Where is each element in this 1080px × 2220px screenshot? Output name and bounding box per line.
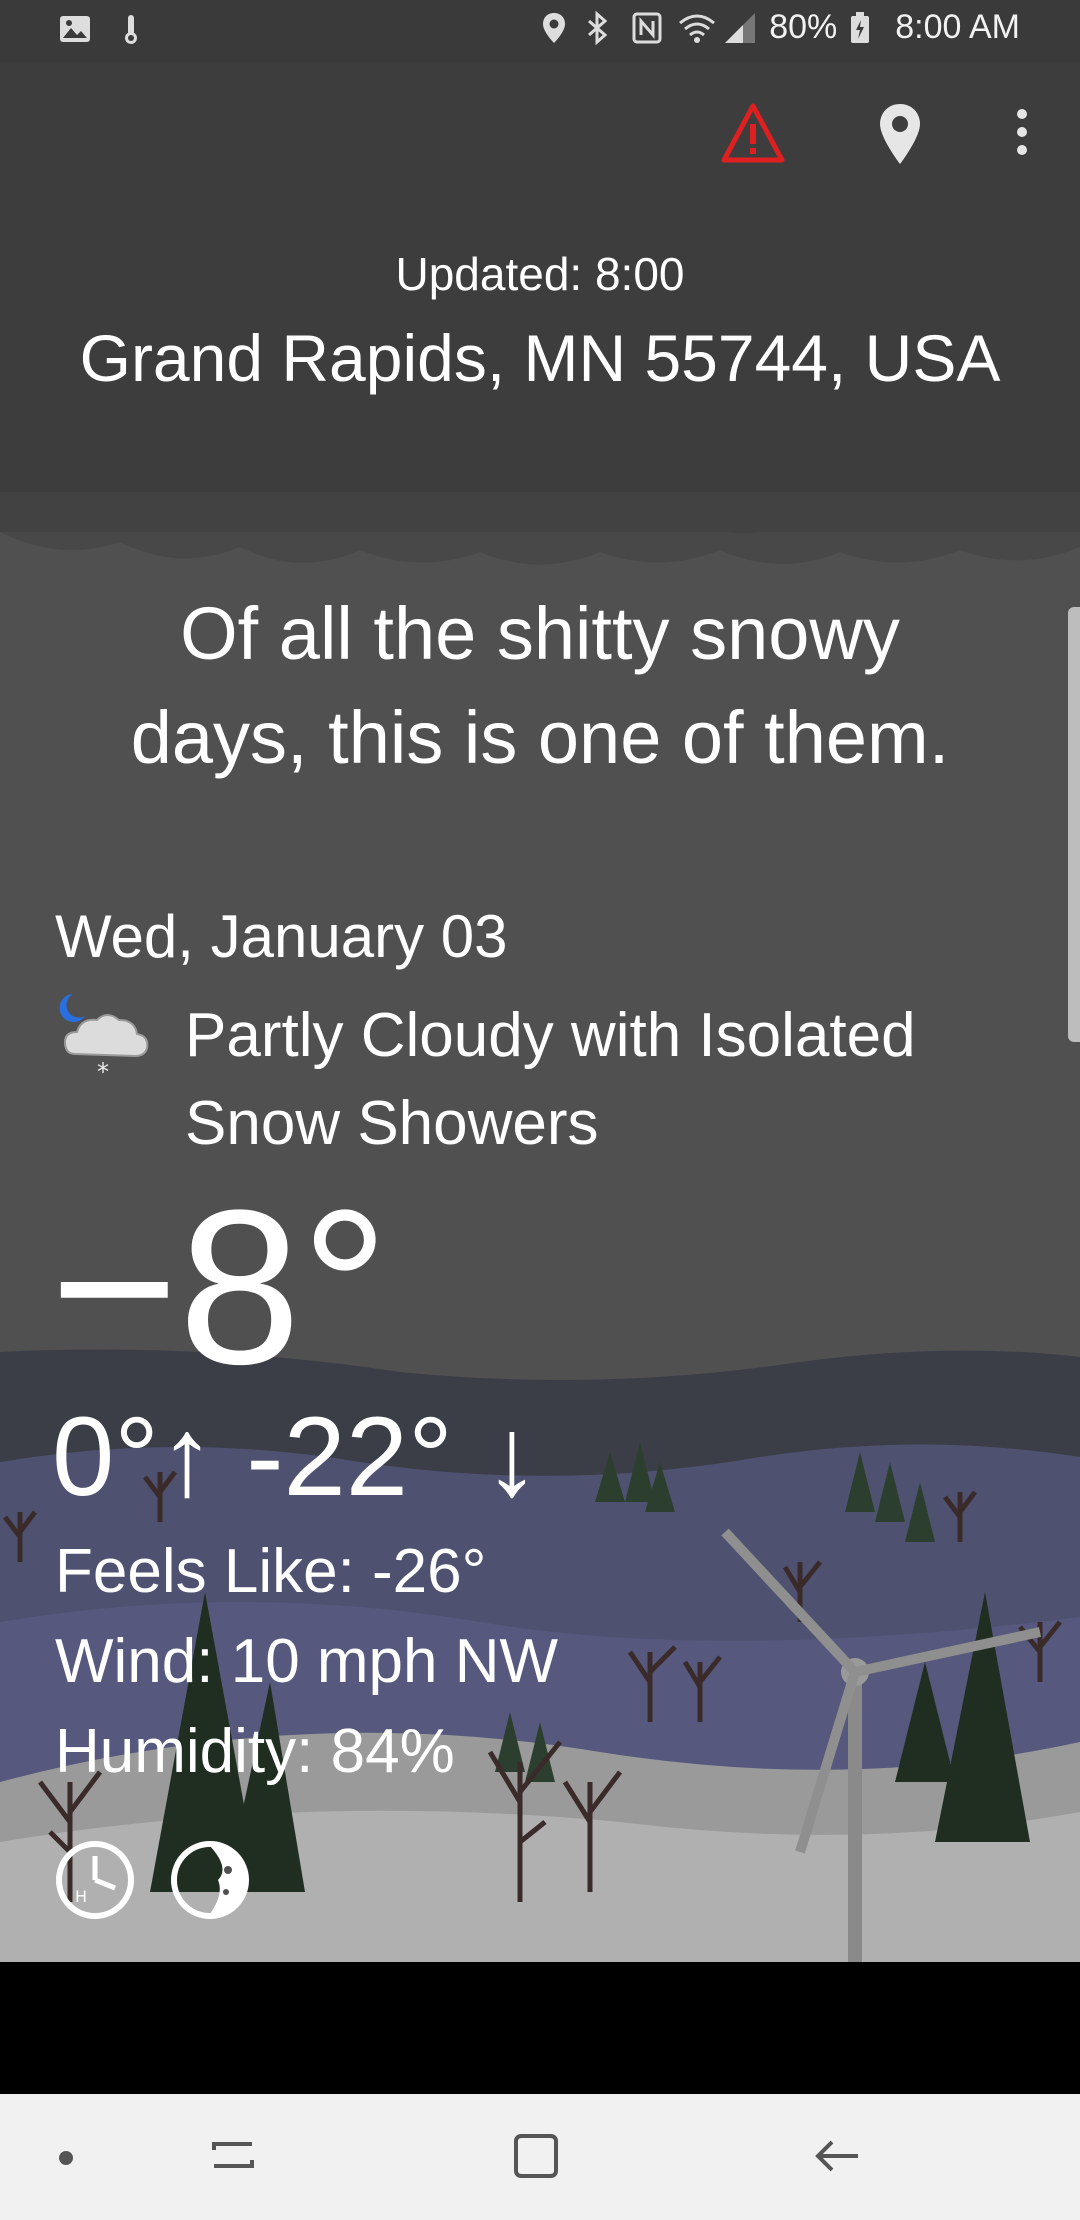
svg-text:*: * xyxy=(97,1058,109,1086)
arrow-up-icon: ↑ xyxy=(159,1394,216,1519)
wifi-icon xyxy=(677,11,716,45)
feels-like: Feels Like: -26° xyxy=(55,1537,487,1606)
warning-triangle-icon[interactable] xyxy=(720,102,786,168)
condition-line-1: Partly Cloudy with Isolated xyxy=(185,1001,916,1070)
quip-line-1: Of all the shitty snowy xyxy=(180,592,900,675)
weather-main: Updated: 8:00 Grand Rapids, MN 55744, US… xyxy=(0,62,1080,1962)
high-temp: 0° xyxy=(52,1394,160,1519)
image-icon xyxy=(58,12,92,46)
forecast-date: Wed, January 03 xyxy=(55,903,508,970)
battery-icon xyxy=(849,11,883,45)
humidity: Humidity: 84% xyxy=(55,1717,455,1786)
condition-line-2: Snow Showers xyxy=(185,1089,599,1158)
hourly-forecast-icon[interactable]: H xyxy=(55,1840,135,1920)
current-temperature: −8° xyxy=(50,1164,389,1410)
nfc-icon xyxy=(631,11,665,45)
weather-quip: Of all the shitty snowy days, this is on… xyxy=(60,582,1020,790)
wind: Wind: 10 mph NW xyxy=(55,1627,559,1696)
map-pin-icon[interactable] xyxy=(878,102,922,170)
dot-icon[interactable] xyxy=(58,2150,74,2170)
app-toolbar xyxy=(0,62,1080,212)
ad-space xyxy=(0,1962,1080,2094)
recents-icon[interactable] xyxy=(210,2132,256,2182)
updated-time: Updated: 8:00 xyxy=(395,248,685,300)
arrow-down-icon: ↓ xyxy=(484,1394,540,1519)
overflow-menu-icon[interactable] xyxy=(1012,102,1032,166)
location-name[interactable]: Grand Rapids, MN 55744, USA xyxy=(0,320,1080,396)
thermometer-icon xyxy=(114,12,148,46)
bluetooth-icon xyxy=(585,10,619,45)
battery-percent: 80% xyxy=(769,8,838,46)
weather-app-screen: 80% 8:00 AM Updated: 8:00 Grand Rapids, … xyxy=(0,0,1080,2220)
quip-line-2: days, this is one of them. xyxy=(130,696,950,779)
low-temp: -22° xyxy=(246,1394,453,1519)
high-low-temps: 0°↑ -22° ↓ xyxy=(52,1397,540,1517)
radar-icon[interactable] xyxy=(170,1840,250,1920)
home-icon[interactable] xyxy=(512,2132,560,2184)
scrollbar[interactable] xyxy=(1068,607,1080,1042)
svg-text:H: H xyxy=(75,1887,87,1906)
back-icon[interactable] xyxy=(814,2132,862,2184)
status-bar: 80% 8:00 AM xyxy=(0,0,1080,62)
system-nav-bar xyxy=(0,2094,1080,2220)
weather-details: Feels Like: -26° Wind: 10 mph NW Humidit… xyxy=(55,1527,558,1797)
signal-icon xyxy=(723,11,757,45)
location-icon xyxy=(539,11,573,45)
status-time: 8:00 AM xyxy=(895,8,1020,46)
partly-cloudy-night-snow-icon: * xyxy=(55,992,155,1092)
condition-text: Partly Cloudy with Isolated Snow Showers xyxy=(185,992,1025,1168)
